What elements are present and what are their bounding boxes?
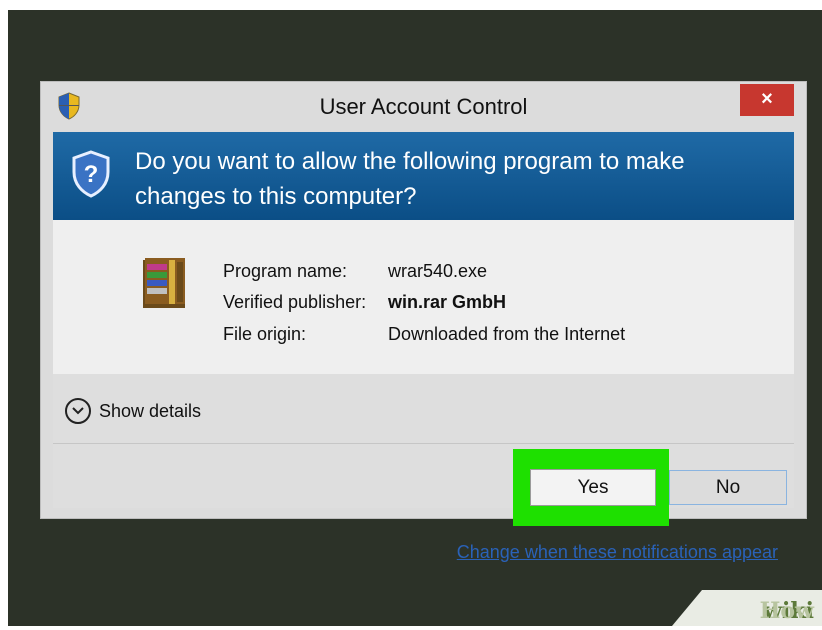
publisher-value: win.rar GmbH xyxy=(388,292,507,312)
publisher-row: Verified publisher: win.rar GmbH xyxy=(223,292,506,313)
dialog-title: User Account Control xyxy=(319,94,528,119)
program-name-row: Program name: wrar540.exe xyxy=(223,261,487,282)
question-shield-icon: ? xyxy=(72,150,110,198)
file-origin-label: File origin: xyxy=(223,324,307,344)
show-details-toggle[interactable]: Show details xyxy=(65,396,201,426)
show-details-label: Show details xyxy=(99,400,202,421)
question-text: Do you want to allow the following progr… xyxy=(135,148,685,210)
svg-text:?: ? xyxy=(84,161,99,188)
title-bar: User Account Control × xyxy=(41,82,806,132)
file-origin-row: File origin: Downloaded from the Internet xyxy=(223,324,625,345)
actions-area: Show details Yes No Change when these no… xyxy=(53,374,794,562)
program-info: Program name: wrar540.exe Verified publis… xyxy=(53,220,794,374)
change-notifications-link[interactable]: Change when these notifications appear xyxy=(457,542,778,563)
close-button[interactable]: × xyxy=(740,84,794,116)
program-name-value: wrar540.exe xyxy=(388,261,488,281)
publisher-label: Verified publisher: xyxy=(223,292,367,312)
watermark-how: How xyxy=(759,598,814,624)
uac-dialog: User Account Control × ? Do you want to … xyxy=(40,81,807,562)
no-button[interactable]: No xyxy=(669,470,787,505)
yes-button[interactable]: Yes xyxy=(530,469,656,506)
file-origin-value: Downloaded from the Internet xyxy=(388,324,626,344)
winrar-icon xyxy=(143,258,185,308)
question-banner: ? Do you want to allow the following pro… xyxy=(53,132,794,220)
program-name-label: Program name: xyxy=(223,261,348,281)
divider xyxy=(53,443,794,444)
chevron-down-icon xyxy=(65,398,91,424)
